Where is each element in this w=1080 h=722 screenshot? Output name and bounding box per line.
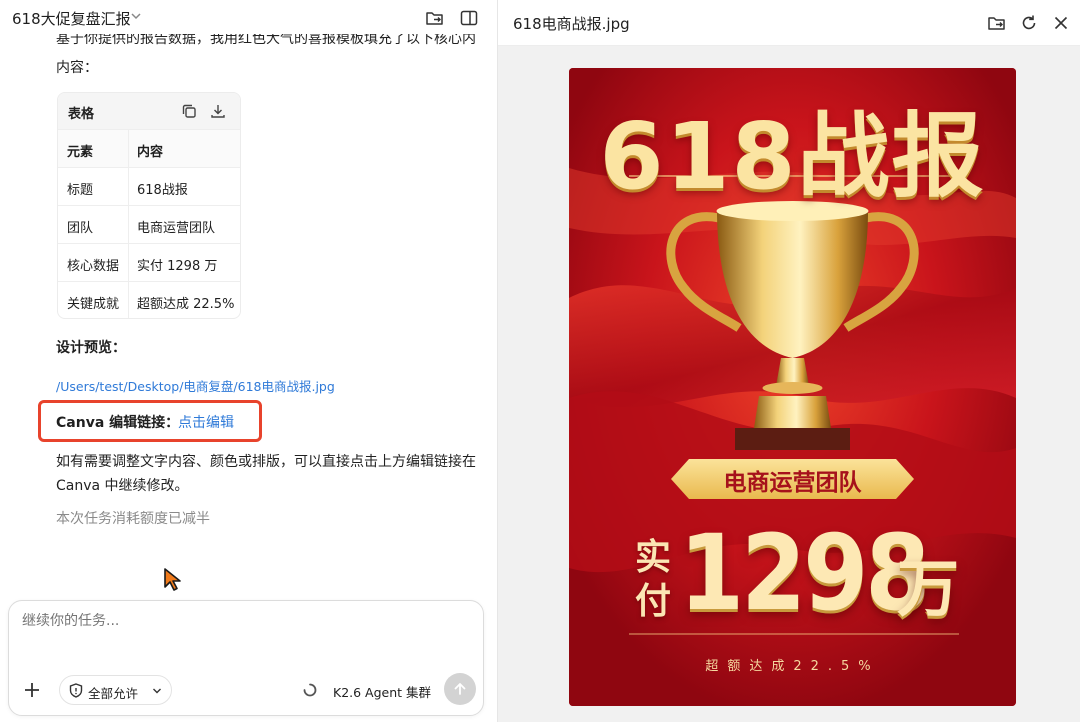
permission-label: 全部允许: [88, 686, 139, 701]
preview-header: 618电商战报.jpg: [498, 0, 1080, 46]
table-cell: 团队: [67, 221, 94, 236]
spinner-icon: [303, 683, 317, 697]
copy-icon[interactable]: [180, 102, 198, 120]
table-label: 表格: [68, 107, 95, 122]
task-input[interactable]: [22, 613, 462, 629]
folder-export-icon[interactable]: [987, 13, 1007, 33]
poster-team: 电商运营团队: [723, 470, 862, 496]
canva-edit-link[interactable]: 点击编辑: [178, 412, 234, 432]
poster-title: 618战报: [599, 103, 986, 210]
table-cell: 电商运营团队: [137, 221, 216, 236]
chevron-down-icon[interactable]: [130, 10, 142, 22]
download-icon[interactable]: [209, 102, 227, 120]
table-row: 团队 电商运营团队: [58, 205, 240, 243]
design-preview-label: 设计预览：: [56, 340, 126, 356]
poster-unit: 万: [897, 552, 960, 625]
close-icon[interactable]: [1051, 13, 1071, 33]
table-cell: 关键成就: [67, 297, 120, 312]
permission-dropdown[interactable]: 全部允许: [59, 675, 172, 705]
poster-achievement: 超额达成22.5%: [705, 659, 880, 674]
preview-panel: 618电商战报.jpg 618战报 电商运营团队 实付 1298 万 超额达成2…: [498, 0, 1080, 722]
message-composer: 全部允许 K2.6 Agent 集群: [8, 600, 484, 716]
cursor-icon: [164, 568, 181, 591]
column-header: 元素: [67, 145, 94, 160]
sidebar-toggle-icon[interactable]: [459, 8, 479, 28]
intro-text-tail: 内容：: [56, 60, 98, 76]
poster-paid-label: 实付: [635, 537, 672, 622]
conversation-title[interactable]: 618大促复盘汇报: [12, 8, 131, 29]
intro-text: 基于你提供的报告数据，我用红色大气的喜报模板填充了以下核心内容：: [56, 34, 476, 47]
column-divider: [128, 129, 129, 318]
chat-header: 618大促复盘汇报: [0, 0, 497, 36]
table-header-row: 元素 内容: [58, 129, 240, 167]
refresh-icon[interactable]: [1019, 13, 1039, 33]
canva-link-label: Canva 编辑链接：: [56, 415, 180, 431]
send-button[interactable]: [444, 673, 476, 705]
chat-panel: 618大促复盘汇报 基于你提供的报告数据，我用红色大气的喜报模板填充了以下核心内…: [0, 0, 497, 722]
table-row: 核心数据 实付 1298 万: [58, 243, 240, 281]
table-row: 标题 618战报: [58, 167, 240, 205]
table-cell: 618战报: [137, 183, 188, 198]
data-table: 表格 元素 内容 标题 618战报 团队 电商运营团队 核心数据 实付 1298…: [57, 92, 241, 319]
poster-amount: 1298: [679, 512, 930, 634]
chevron-down-icon: [153, 688, 161, 694]
intro-text-cut: 基于你提供的报告数据，我用红色大气的喜报模板填充了以下核心内容：: [56, 34, 476, 52]
preview-file-title: 618电商战报.jpg: [513, 15, 630, 33]
table-cell: 核心数据: [67, 259, 120, 274]
plus-icon[interactable]: [21, 679, 43, 701]
table-cell: 超额达成 22.5%: [137, 297, 235, 312]
shield-icon: [69, 683, 83, 698]
quota-text: 本次任务消耗额度已减半: [56, 511, 210, 527]
table-cell: 实付 1298 万: [137, 259, 218, 274]
folder-export-icon[interactable]: [425, 8, 445, 28]
send-arrow-icon: [454, 683, 466, 695]
table-cell: 标题: [67, 183, 94, 198]
agent-mode-label[interactable]: K2.6 Agent 集群: [333, 682, 431, 701]
table-header-bar: 表格: [58, 93, 240, 129]
poster-image: 618战报 电商运营团队 实付 1298 万 超额达成22.5%: [569, 68, 1016, 706]
table-row: 关键成就 超额达成 22.5%: [58, 281, 240, 318]
column-header: 内容: [137, 145, 164, 160]
hint-text: 如有需要调整文字内容、颜色或排版，可以直接点击上方编辑链接在 Canva 中继续…: [56, 454, 476, 494]
file-path-link[interactable]: /Users/test/Desktop/电商复盘/618电商战报.jpg: [56, 376, 335, 395]
